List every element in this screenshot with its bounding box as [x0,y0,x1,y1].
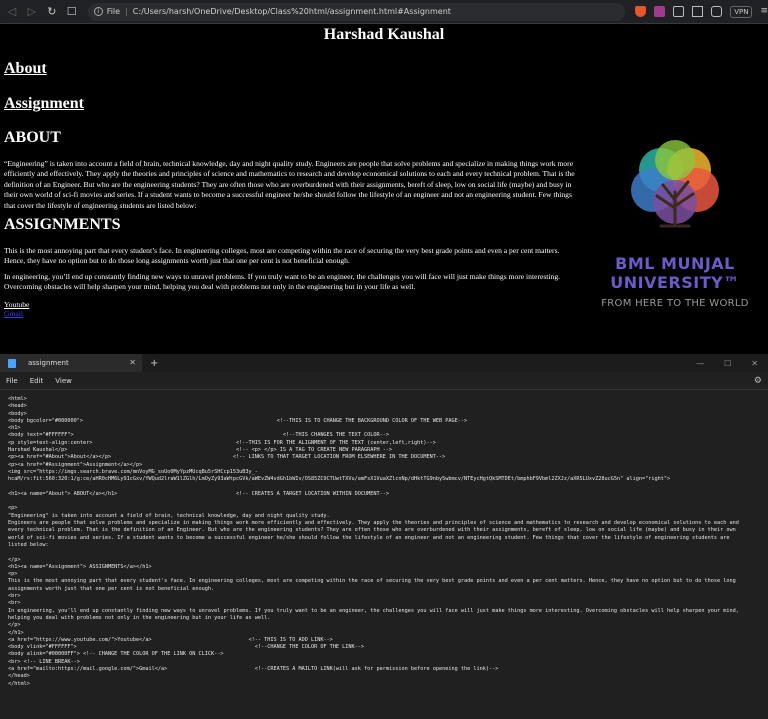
page-title: Harshad Kaushal [323,26,445,43]
close-window-icon[interactable]: ✕ [751,359,758,368]
logo-tagline: FROM HERE TO THE WORLD [601,298,749,309]
menu-icon[interactable]: ≡ [760,6,768,17]
notepad-tab-bar: assignment ✕ + — ☐ ✕ [0,354,768,372]
gmail-link[interactable]: Gmail [4,309,23,318]
youtube-link[interactable]: Youtube [4,300,29,309]
url-scheme-label: File [106,7,121,16]
menu-view[interactable]: View [55,377,72,385]
assignments-paragraph-2: In engineering, you’ll end up constantly… [4,272,561,292]
about-link[interactable]: About [4,60,47,78]
assignments-heading: ASSIGNMENTS [4,216,121,233]
notepad-tab[interactable]: assignment ✕ [0,354,142,372]
info-icon[interactable]: i [93,7,103,16]
url-separator: | [125,7,128,16]
window-controls: — ☐ ✕ [696,359,768,368]
bookmark-icon[interactable]: ☐ [64,4,80,20]
extensions-area: VPN ≡ [635,5,768,18]
notepad-tab-title: assignment [28,359,69,367]
extensions-icon[interactable] [673,6,685,17]
notepad-window: assignment ✕ + — ☐ ✕ File Edit View ⚙ <h… [0,354,768,719]
new-tab-icon[interactable]: + [150,358,158,369]
browser-toolbar: ◁ ▷ ↻ ☐ i File | C:/Users/harsh/OneDrive… [0,0,768,24]
minimize-icon[interactable]: — [696,359,704,368]
forward-icon[interactable]: ▷ [24,4,40,20]
rendered-page: Harshad Kaushal About Assignment ABOUT “… [0,24,768,354]
tree-emblem-icon [631,140,719,228]
assignments-paragraph-1: This is the most annoying part that ever… [4,246,560,266]
maximize-icon[interactable]: ☐ [724,359,731,368]
university-logo: BML MUNJAL UNIVERSITY™ FROM HERE TO THE … [585,130,765,309]
logo-line-2: UNIVERSITY™ [610,273,740,292]
wallet-icon[interactable] [711,6,723,17]
notepad-menu-bar: File Edit View ⚙ [0,372,768,390]
notepad-app-icon [8,358,16,368]
rewards-icon[interactable] [654,6,666,17]
logo-line-1: BML MUNJAL [615,254,735,273]
close-tab-icon[interactable]: ✕ [129,358,136,367]
brave-shield-icon[interactable] [635,6,647,17]
url-text: C:/Users/harsh/OneDrive/Desktop/Class%20… [132,7,451,16]
address-bar[interactable]: i File | C:/Users/harsh/OneDrive/Desktop… [87,2,626,21]
menu-edit[interactable]: Edit [30,377,44,385]
about-paragraph: “Engineering” is taken into account a fi… [4,159,575,210]
assignment-link[interactable]: Assignment [4,95,84,113]
menu-file[interactable]: File [6,377,18,385]
vpn-button[interactable]: VPN [730,5,753,18]
reload-icon[interactable]: ↻ [44,4,60,20]
back-icon[interactable]: ◁ [4,4,20,20]
settings-gear-icon[interactable]: ⚙ [754,376,762,386]
sidebar-icon[interactable] [692,6,704,17]
about-heading: ABOUT [4,129,61,146]
notepad-editor[interactable]: <html> <head> <body> <body bgcolor="#000… [0,394,768,719]
